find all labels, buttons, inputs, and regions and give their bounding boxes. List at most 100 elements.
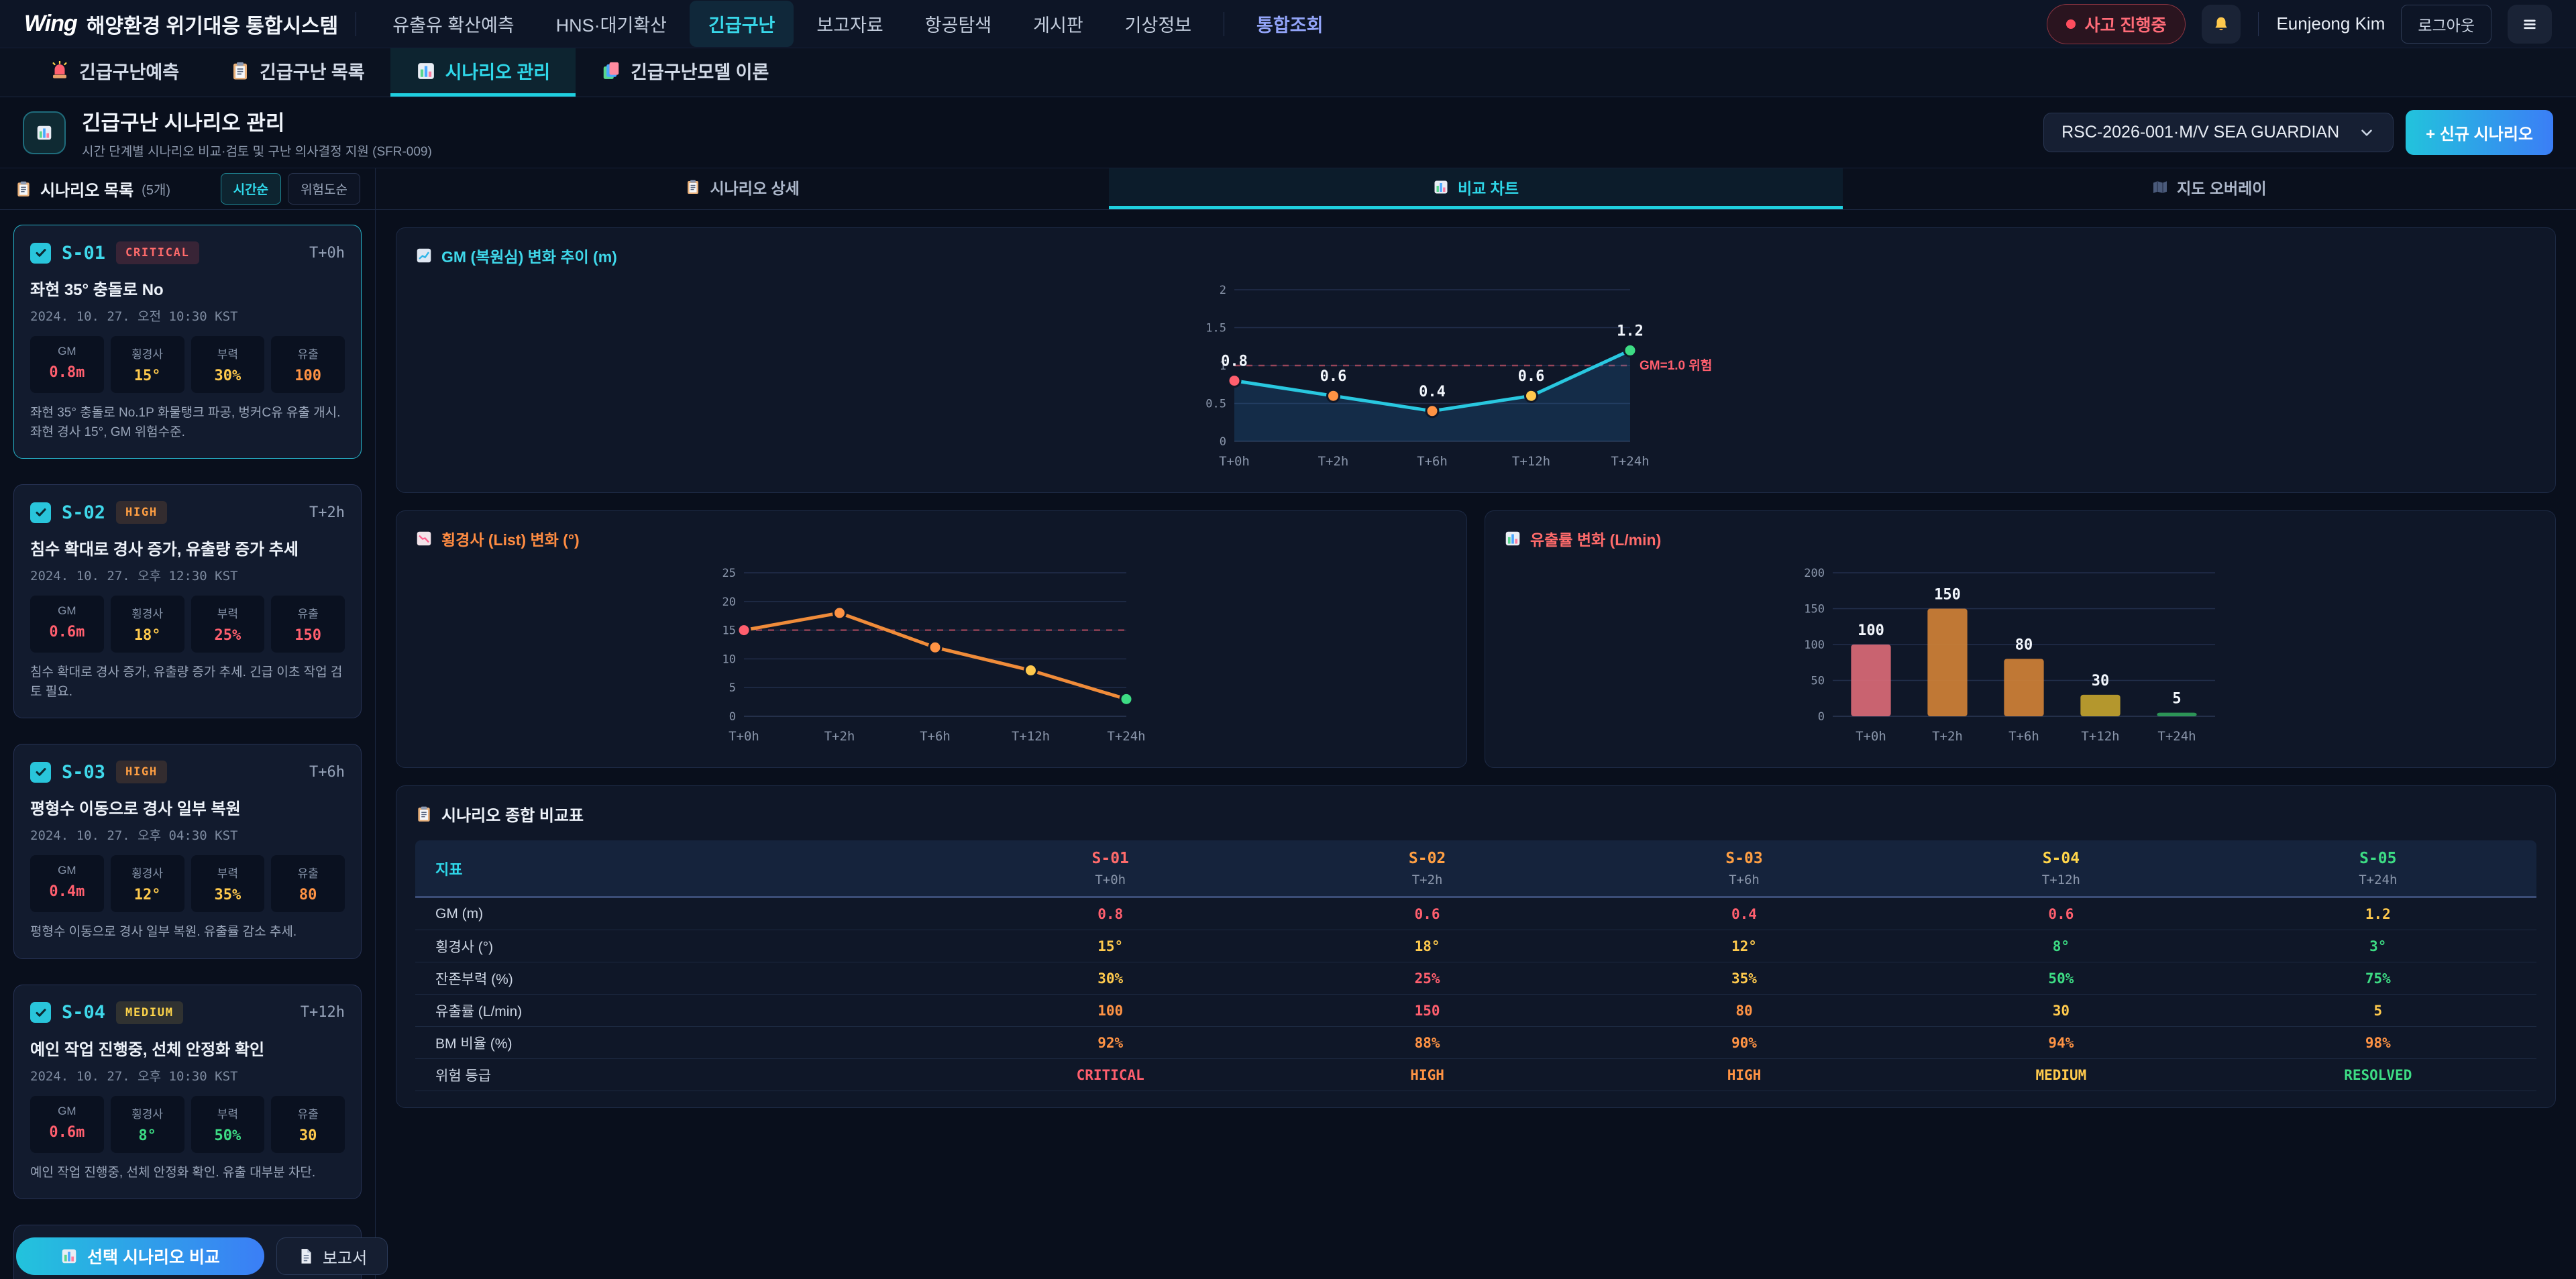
metric-label: 횡경사 [111, 1105, 184, 1121]
table-cell: 75% [2220, 970, 2536, 987]
module-tab-1[interactable]: 긴급구난 목록 [205, 48, 390, 97]
comparison-table-panel: 시나리오 종합 비교표 지표S-01T+0hS-02T+2hS-03T+6hS-… [396, 785, 2556, 1108]
table-row-2: 잔존부력 (%)30%25%35%50%75% [415, 962, 2536, 995]
brand: Wing 해양환경 위기대응 통합시스템 [24, 9, 338, 39]
svg-text:T+6h: T+6h [2008, 729, 2039, 744]
row-label: 위험 등급 [415, 1065, 952, 1085]
metric-box: 횡경사 15° [111, 336, 184, 393]
incident-status-label: 사고 진행중 [2085, 12, 2167, 36]
module-tab-3[interactable]: 긴급구난모델 이론 [576, 48, 794, 97]
svg-text:100: 100 [1858, 622, 1884, 639]
metric-label: 부력 [191, 1105, 265, 1121]
hamburger-icon [2521, 15, 2538, 33]
map-icon [2152, 179, 2168, 195]
time-offset: T+0h [309, 245, 345, 262]
nav-item-2[interactable]: 긴급구난 [690, 1, 794, 47]
svg-text:T+2h: T+2h [1932, 729, 1963, 744]
svg-text:100: 100 [1804, 638, 1825, 652]
svg-text:0.5: 0.5 [1205, 398, 1226, 411]
scenario-description: 침수 확대로 경사 증가, 유출량 증가 추세. 긴급 이초 작업 검토 필요. [30, 663, 345, 702]
table-row-3: 유출률 (L/min)10015080305 [415, 995, 2536, 1027]
table-cell: 18° [1269, 938, 1585, 954]
table-cell: 0.6 [1269, 906, 1585, 922]
nav-item-3[interactable]: 보고자료 [798, 1, 902, 47]
scenario-checkbox[interactable] [30, 502, 51, 523]
table-row-1: 횡경사 (°)15°18°12°8°3° [415, 930, 2536, 962]
metric-box: 부력30% [191, 336, 265, 393]
line-chart-icon [415, 530, 433, 547]
scenario-checkbox[interactable] [30, 762, 51, 783]
metric-box: 유출150 [271, 596, 345, 653]
bar-chart-icon [36, 124, 53, 142]
svg-text:50: 50 [1811, 675, 1824, 688]
topnav-right: 사고 진행중 Eunjeong Kim 로그아웃 [2047, 4, 2552, 44]
table-cell: 15° [952, 938, 1269, 954]
page-icon [23, 111, 66, 154]
time-offset: T+2h [309, 504, 345, 521]
clipboard-icon [15, 180, 32, 198]
nav-item-1[interactable]: HNS·대기확산 [537, 1, 686, 47]
scenario-card-S-04[interactable]: S-04MEDIUMT+12h예인 작업 진행중, 선체 안정화 확인2024.… [13, 985, 362, 1200]
new-scenario-button[interactable]: + 신규 시나리오 [2406, 110, 2553, 155]
sort-by-risk-button[interactable]: 위험도순 [288, 173, 360, 205]
metric-label: 유출 [271, 345, 345, 362]
scenario-checkbox[interactable] [30, 1002, 51, 1023]
nav-item-5[interactable]: 게시판 [1014, 1, 1102, 47]
scenario-card-S-03[interactable]: S-03HIGHT+6h평형수 이동으로 경사 일부 복원2024. 10. 2… [13, 744, 362, 959]
sort-by-time-button[interactable]: 시간순 [221, 173, 281, 205]
compare-scenarios-button[interactable]: 선택 시나리오 비교 [16, 1237, 264, 1275]
metric-box: 유출80 [271, 855, 345, 912]
scenario-card-list: S-01CRITICALT+0h좌현 35° 충돌로 No2024. 10. 2… [0, 210, 375, 1279]
metric-label: 횡경사 [111, 345, 184, 362]
content: 시나리오 목록 (5개) 시간순 위험도순 S-01CRITICALT+0h좌현… [0, 168, 2576, 1279]
compare-charts-view: GM (복원심) 변화 추이 (m) 00.511.52GM=1.0 위험0.8… [376, 210, 2576, 1143]
table-cell: 8° [1902, 938, 2219, 954]
view-tab-1[interactable]: 비교 차트 [1109, 168, 1842, 209]
notifications-button[interactable] [2202, 5, 2241, 44]
nav-item-0[interactable]: 유출유 확산예측 [374, 1, 533, 47]
module-tab-2[interactable]: 시나리오 관리 [390, 48, 576, 97]
line-chart-icon [415, 247, 433, 264]
metric-value: 80 [271, 887, 345, 903]
incident-select[interactable]: RSC-2026-001·M/V SEA GUARDIAN [2043, 113, 2394, 152]
comparison-table: 지표S-01T+0hS-02T+2hS-03T+6hS-04T+12hS-05T… [415, 840, 2536, 1091]
page-header: 긴급구난 시나리오 관리 시간 단계별 시나리오 비교·검토 및 구난 의사결정… [0, 97, 2576, 168]
metric-box: 유출30 [271, 1096, 345, 1153]
svg-text:T+0h: T+0h [1856, 729, 1886, 744]
scenario-title: 예인 작업 진행중, 선체 안정화 확인 [30, 1036, 345, 1060]
scenario-card-S-02[interactable]: S-02HIGHT+2h침수 확대로 경사 증가, 유출량 증가 추세2024.… [13, 484, 362, 718]
view-tab-0[interactable]: 시나리오 상세 [376, 168, 1109, 209]
report-button[interactable]: 보고서 [276, 1237, 388, 1275]
severity-badge: HIGH [116, 761, 167, 783]
svg-text:0.6: 0.6 [1320, 368, 1347, 385]
nav-item-4[interactable]: 항공탐색 [906, 1, 1010, 47]
scenario-description: 평형수 이동으로 경사 일부 복원. 유출률 감소 추세. [30, 923, 345, 942]
module-tab-0[interactable]: 긴급구난예측 [24, 48, 205, 97]
metric-value: 0.4m [30, 883, 104, 900]
clipboard-icon [230, 61, 250, 81]
svg-text:T+0h: T+0h [1219, 454, 1250, 469]
nav-item-6[interactable]: 기상정보 [1106, 1, 1210, 47]
scenario-card-S-01[interactable]: S-01CRITICALT+0h좌현 35° 충돌로 No2024. 10. 2… [13, 225, 362, 459]
nav-item-7[interactable]: 통합조회 [1238, 1, 1342, 47]
metric-box: 부력35% [191, 855, 265, 912]
metric-label: 부력 [191, 345, 265, 362]
svg-text:0.8: 0.8 [1221, 353, 1248, 370]
menu-button[interactable] [2508, 5, 2552, 44]
view-tab-2[interactable]: 지도 오버레이 [1843, 168, 2576, 209]
metric-box: 횡경사12° [111, 855, 184, 912]
svg-text:GM=1.0 위험: GM=1.0 위험 [1640, 358, 1712, 373]
chevron-down-icon [2358, 124, 2375, 142]
table-cell: 92% [952, 1035, 1269, 1051]
scenario-id: S-02 [62, 502, 105, 523]
logout-button[interactable]: 로그아웃 [2401, 5, 2491, 44]
scenario-checkbox[interactable] [30, 243, 51, 264]
metric-label: 유출 [271, 1105, 345, 1121]
svg-text:T+12h: T+12h [1011, 729, 1049, 744]
bar-chart-icon [1433, 179, 1449, 195]
siren-icon [50, 61, 70, 81]
metric-box: 횡경사18° [111, 596, 184, 653]
svg-text:150: 150 [1804, 603, 1825, 616]
severity-badge: MEDIUM [116, 1001, 183, 1024]
metric-value: 15° [111, 368, 184, 384]
